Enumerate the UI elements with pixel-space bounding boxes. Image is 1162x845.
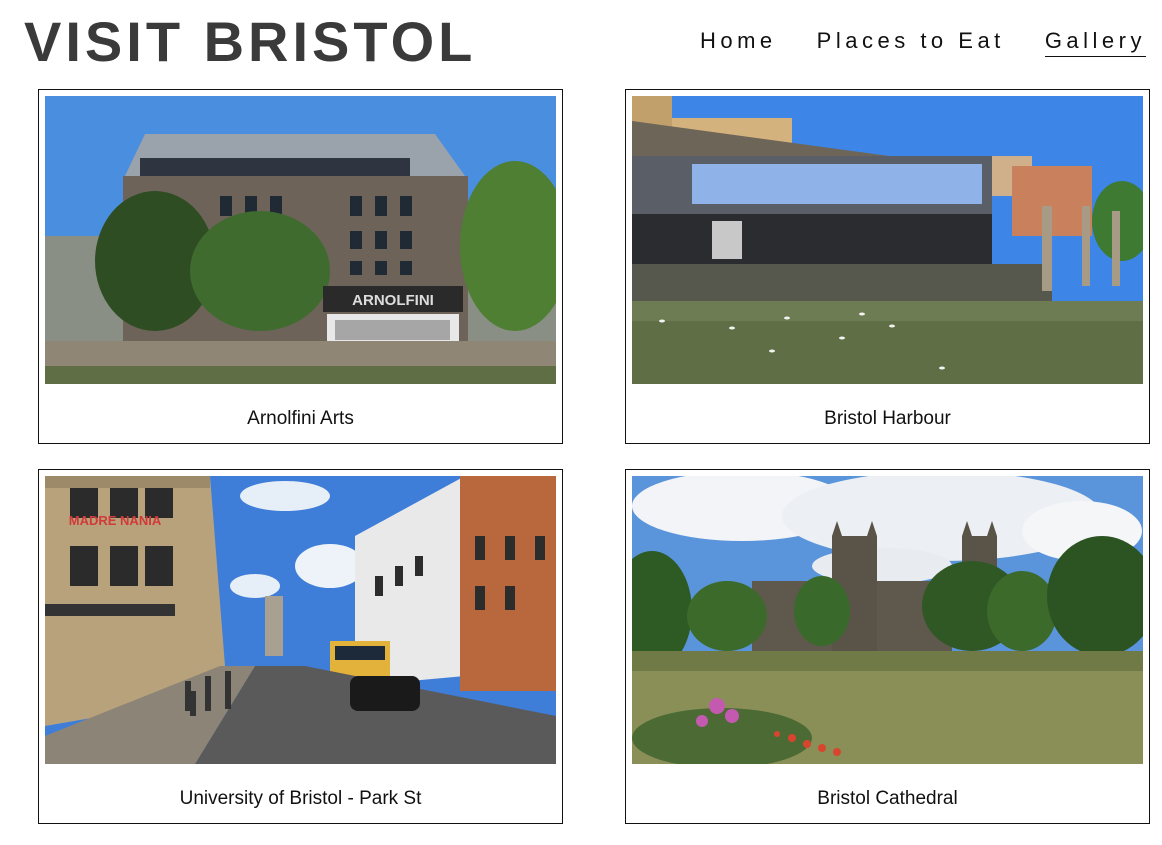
gallery-card-park-street[interactable]: MADRE NANIA University of Bristol - Park… — [38, 469, 563, 824]
nav-places-to-eat-link[interactable]: Places to Eat — [817, 28, 1005, 57]
gallery-caption: Bristol Cathedral — [817, 788, 958, 809]
gallery-caption: Arnolfini Arts — [247, 408, 354, 429]
park-street-photo[interactable]: MADRE NANIA — [45, 476, 556, 764]
gallery-page: VISIT BRISTOL Home Places to Eat Gallery — [0, 0, 1162, 845]
site-title: VISIT BRISTOL — [24, 10, 477, 73]
nav-home-link[interactable]: Home — [700, 28, 777, 57]
gallery-caption: Bristol Harbour — [824, 408, 951, 429]
arnolfini-building-photo[interactable]: ARNOLFINI — [45, 96, 556, 384]
arnolfini-sign-text: ARNOLFINI — [352, 292, 434, 309]
gallery-caption: University of Bristol - Park St — [179, 788, 422, 809]
shop-sign-text: MADRE NANIA — [69, 513, 162, 528]
main-nav: Home Places to Eat Gallery — [700, 28, 1146, 57]
gallery-card-harbour[interactable]: Bristol Harbour — [625, 89, 1150, 444]
nav-gallery-link[interactable]: Gallery — [1044, 28, 1146, 57]
gallery-card-arnolfini[interactable]: ARNOLFINI Arnolfini Arts — [38, 89, 563, 444]
harbour-photo[interactable] — [632, 96, 1143, 384]
cathedral-photo[interactable] — [632, 476, 1143, 764]
gallery-card-cathedral[interactable]: Bristol Cathedral — [625, 469, 1150, 824]
